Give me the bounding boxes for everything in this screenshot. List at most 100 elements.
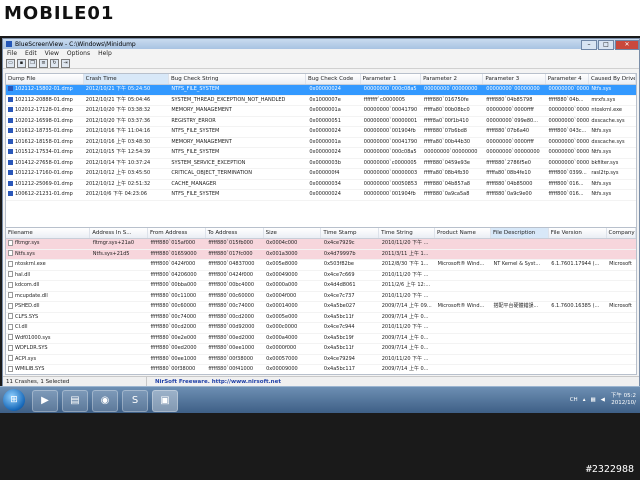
bluescreenview-icon[interactable]: ▣ <box>152 390 178 412</box>
driver-column-header[interactable]: Time String <box>379 228 436 238</box>
dump-column-header[interactable]: Parameter 2 <box>421 74 484 84</box>
driver-row[interactable]: hal.dll fffff800`04206000 fffff800`0424f00… <box>6 271 636 281</box>
open-icon[interactable]: ▭ <box>6 58 15 68</box>
driver-row[interactable]: kdcom.dll fffff800`00bba000 fffff800`00bc4… <box>6 281 636 292</box>
dump-cell: MEMORY_MANAGEMENT <box>169 106 307 116</box>
driver-column-header[interactable]: Address In S... <box>90 228 149 238</box>
driver-column-header[interactable]: Filename <box>6 228 91 238</box>
driver-cell-text: fffff880`00e2e000 <box>150 334 197 341</box>
driver-row[interactable]: WMILIB.SYS fffff880`00f38000 fffff880`00f4… <box>6 365 636 374</box>
tray-chevron-icon[interactable]: ▴ <box>583 397 586 403</box>
driver-cell-text: 2010/11/20 下午 ... <box>381 355 429 362</box>
dump-cell-text: 00000000`00041790 <box>363 138 418 145</box>
properties-icon[interactable]: ≡ <box>39 58 48 68</box>
dump-column-header[interactable]: Parameter 1 <box>361 74 422 84</box>
minimize-button[interactable]: – <box>581 39 597 50</box>
dump-row[interactable]: 101612-18735-01.dmp 2012/10/16 下午 11:04:1… <box>6 127 636 138</box>
dump-cell: 0x00000024 <box>307 190 361 200</box>
language-indicator[interactable]: CH <box>570 397 578 403</box>
menu-help[interactable]: Help <box>98 50 112 57</box>
exit-icon[interactable]: ⇥ <box>61 58 70 68</box>
dump-column-header[interactable]: Parameter 3 <box>483 74 546 84</box>
dump-column-header[interactable]: Crash Time <box>83 74 169 84</box>
driver-column-header[interactable]: From Address <box>148 228 206 238</box>
dump-column-header[interactable]: Bug Check String <box>169 74 306 84</box>
dump-row[interactable]: 101612-18158-01.dmp 2012/10/16 上午 03:48:3… <box>6 138 636 148</box>
start-orb[interactable]: ⊞ <box>3 389 25 411</box>
driver-column-header[interactable]: Company <box>607 228 636 238</box>
driver-column-header[interactable]: To Address <box>206 228 264 238</box>
dump-row[interactable]: 101512-17534-01.dmp 2012/10/15 下午 12:54:3… <box>6 148 636 159</box>
maximize-button[interactable]: □ <box>598 39 614 50</box>
dump-row[interactable]: 102012-16598-01.dmp 2012/10/20 下午 03:37:3… <box>6 117 636 127</box>
dump-cell: 0x00000024 <box>307 148 361 158</box>
menu-view[interactable]: View <box>45 50 59 57</box>
driver-column-header[interactable]: Size <box>264 228 322 238</box>
menu-edit[interactable]: Edit <box>25 50 37 57</box>
chrome-icon[interactable]: ◉ <box>92 390 118 412</box>
menu-options[interactable]: Options <box>67 50 90 57</box>
dump-row[interactable]: 101212-25069-01.dmp 2012/10/12 上午 02:51:3… <box>6 180 636 190</box>
dump-row[interactable]: 101212-17160-01.dmp 2012/10/12 上午 03:45:5… <box>6 169 636 180</box>
dump-column-header[interactable]: Bug Check Code <box>306 74 361 84</box>
close-button[interactable]: ✕ <box>615 39 639 50</box>
save-icon[interactable]: ▪ <box>17 58 26 68</box>
dump-cell: 00000000`00041790 <box>362 106 422 116</box>
dump-row[interactable]: 102112-15802-01.dmp 2012/10/21 下午 05:24:5… <box>6 85 636 96</box>
file-icon <box>8 239 13 246</box>
dump-cell: 0x00000024 <box>307 127 361 137</box>
file-icon <box>8 365 13 372</box>
driver-row[interactable]: ACPI.sys fffff880`00ee1000 fffff880`00f380… <box>6 355 636 365</box>
dump-row[interactable]: 102112-20888-01.dmp 2012/10/21 下午 05:04:4… <box>6 96 636 106</box>
driver-column-header[interactable]: File Version <box>549 228 607 238</box>
driver-cell: 2009/7/14 上午 09... <box>380 302 436 312</box>
driver-row[interactable]: mcupdate.dll fffff880`00c11000 fffff880`00… <box>6 292 636 302</box>
refresh-icon[interactable]: ↻ <box>50 58 59 68</box>
dump-cell: fffff880`2786f5e0 <box>484 159 546 169</box>
driver-row[interactable]: CLFS.SYS fffff880`00c74000 fffff880`00cd20… <box>6 313 636 323</box>
driver-row[interactable]: Ntfs.sys Ntfs.sys+21d5 fffff880`01659000 ff… <box>6 249 636 260</box>
driver-row[interactable]: fltmgr.sys fltmgr.sys+21a0 fffff880`015af0… <box>6 239 636 250</box>
driver-cell <box>549 271 607 281</box>
dump-cell: 00000000`0000... <box>547 159 590 169</box>
driver-cell: 2009/7/14 上午 0... <box>380 365 436 374</box>
dump-cell-text: 101512-17534-01.dmp <box>15 149 73 155</box>
driver-cell: 2009/7/14 上午 0... <box>380 313 436 323</box>
driver-row[interactable]: WDFLDR.SYS fffff880`00ed2000 fffff880`00ee… <box>6 344 636 355</box>
driver-row[interactable]: Wdf01000.sys fffff880`00e2e000 fffff880`00… <box>6 334 636 344</box>
dump-cell: 102012-17128-01.dmp <box>6 106 84 116</box>
network-icon[interactable]: ▦ <box>590 397 595 403</box>
dump-cell: fffff880`07b6bd8 <box>422 127 484 137</box>
dump-row[interactable]: 102012-17128-01.dmp 2012/10/20 下午 03:38:3… <box>6 106 636 117</box>
dump-cell-text: fffff880`0a9c9e00 <box>486 191 532 197</box>
driver-cell: fffff880`00c74000 <box>149 313 207 323</box>
copy-icon[interactable]: ❐ <box>28 58 37 68</box>
dump-column-header[interactable]: Caused By Driver <box>589 74 636 84</box>
media-player-icon[interactable]: ▶ <box>32 390 58 412</box>
file-explorer-icon[interactable]: ▤ <box>62 390 88 412</box>
dump-cell: 00000000`00000003 <box>362 169 422 179</box>
driver-column-header[interactable]: File Description <box>490 228 549 238</box>
dump-row[interactable]: 101412-27658-01.dmp 2012/10/14 下午 10:37:2… <box>6 159 636 169</box>
driver-row[interactable]: PSHED.dll fffff880`00c60000 fffff880`00c74… <box>6 302 636 313</box>
dump-cell-text: fffff800`016... <box>548 191 584 197</box>
dump-column-header[interactable]: Parameter 4 <box>546 74 589 84</box>
dump-list[interactable]: Dump File Crash Time Bug Check String Bug C… <box>5 73 637 250</box>
dump-cell-text: 0x1000007e <box>309 96 341 103</box>
clock[interactable]: 下午 05:2 2012/10/ <box>611 393 636 407</box>
title-bar[interactable]: BlueScreenView - C:\Windows\Minidump – □… <box>3 39 639 50</box>
driver-column-header[interactable]: Product Name <box>435 228 491 238</box>
dump-row[interactable]: 100612-21231-01.dmp 2012/10/6 下午 04:23:06… <box>6 190 636 201</box>
menu-file[interactable]: File <box>7 50 17 57</box>
dump-cell-text: 00000000`c0000005 <box>363 159 417 166</box>
driver-row[interactable]: CI.dll fffff880`00cd2000 fffff880`00d92000… <box>6 323 636 334</box>
volume-icon[interactable]: ◀ <box>601 397 605 403</box>
driver-row[interactable]: ntoskrnl.exe fffff800`0424f000 fffff800`04… <box>6 260 636 271</box>
driver-list[interactable]: Filename Address In S... From Address To Ad… <box>5 227 637 375</box>
dump-column-header[interactable]: Dump File <box>6 74 84 84</box>
driver-cell-text: fffff880`00c60000 <box>208 292 255 299</box>
driver-column-header[interactable]: Time Stamp <box>321 228 380 238</box>
skype-icon[interactable]: S <box>122 390 148 412</box>
dump-cell: fffff800`0399... <box>547 169 590 179</box>
dump-cell: CACHE_MANAGER <box>169 180 307 190</box>
